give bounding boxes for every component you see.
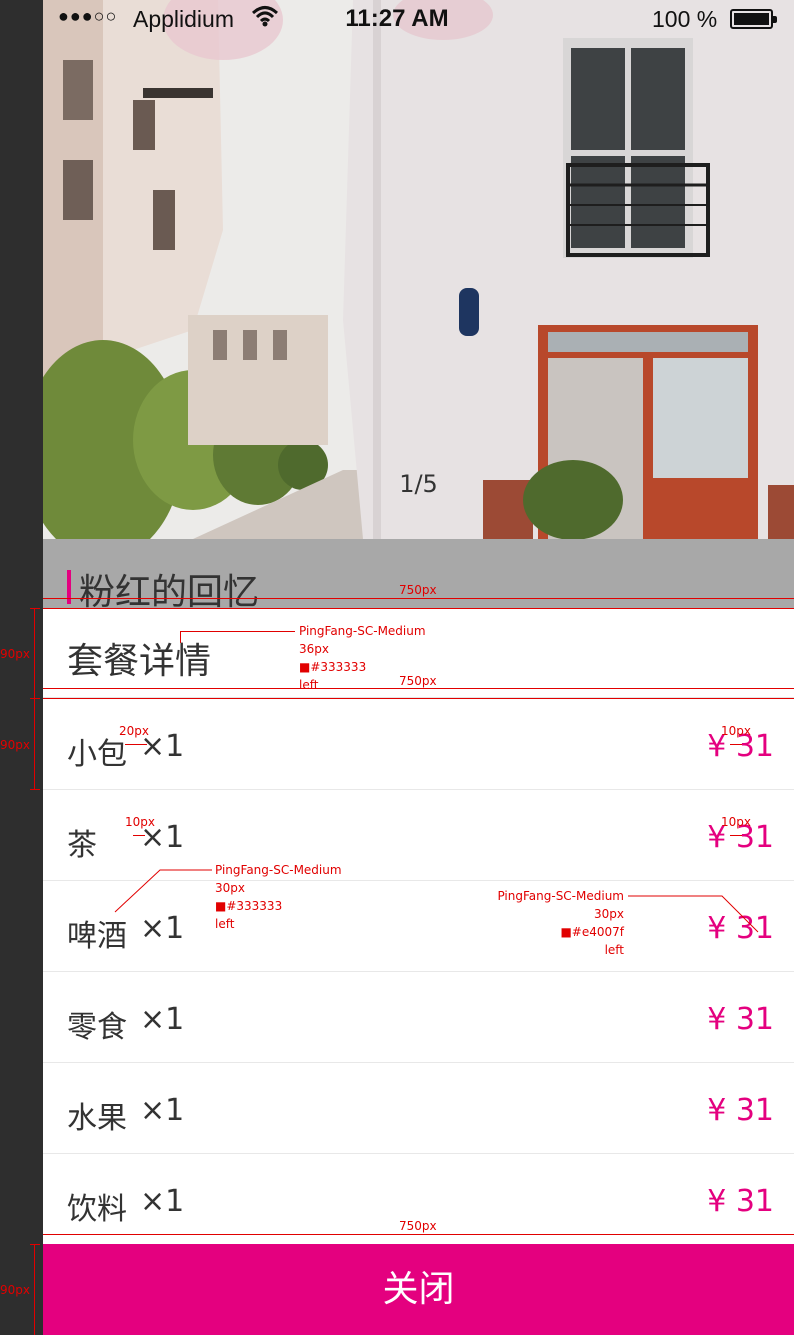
annotation-width: 750px [399, 1219, 437, 1233]
annotation-height: 90px [0, 1283, 30, 1297]
annotation-line [30, 1244, 40, 1245]
annotation-spec-item: PingFang-SC-Medium 30px ■#333333 left [215, 863, 342, 931]
annotation-spec-price: PingFang-SC-Medium 30px ■#e4007f left [497, 889, 624, 957]
annotation-line [34, 1244, 35, 1335]
annotation-leaders [114, 869, 759, 933]
